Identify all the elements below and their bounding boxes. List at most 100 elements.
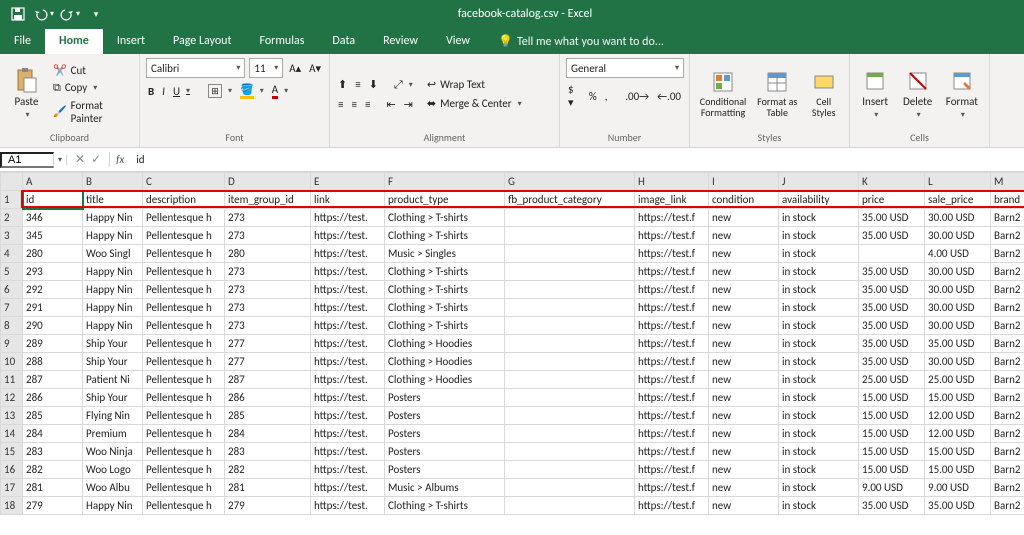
- cell[interactable]: https://test.f: [635, 317, 709, 335]
- cell[interactable]: Clothing > T-shirts: [385, 263, 505, 281]
- cell[interactable]: https://test.: [311, 443, 385, 461]
- cell[interactable]: [505, 353, 635, 371]
- cell[interactable]: 292: [23, 281, 83, 299]
- cell[interactable]: [505, 263, 635, 281]
- cell[interactable]: https://test.: [311, 209, 385, 227]
- cell[interactable]: Clothing > Hoodies: [385, 353, 505, 371]
- formula-input[interactable]: id: [130, 153, 144, 166]
- cell[interactable]: 280: [225, 245, 311, 263]
- cell[interactable]: 285: [225, 407, 311, 425]
- cell[interactable]: 280: [23, 245, 83, 263]
- cell[interactable]: 283: [23, 443, 83, 461]
- cell[interactable]: Woo Logo: [83, 461, 143, 479]
- cell[interactable]: Barn2: [991, 263, 1024, 281]
- cell[interactable]: [505, 299, 635, 317]
- cell[interactable]: https://test.f: [635, 389, 709, 407]
- cell[interactable]: 30.00 USD: [925, 317, 991, 335]
- cell[interactable]: new: [709, 335, 779, 353]
- cell[interactable]: 284: [23, 425, 83, 443]
- column-header[interactable]: G: [505, 173, 635, 191]
- save-icon[interactable]: [8, 3, 28, 25]
- cell[interactable]: 35.00 USD: [859, 299, 925, 317]
- comma-format-icon[interactable]: ,: [603, 89, 610, 104]
- cell[interactable]: https://test.f: [635, 425, 709, 443]
- cell[interactable]: brand: [991, 191, 1024, 209]
- cell[interactable]: https://test.f: [635, 479, 709, 497]
- cell[interactable]: 277: [225, 335, 311, 353]
- cell[interactable]: 273: [225, 227, 311, 245]
- cell[interactable]: new: [709, 425, 779, 443]
- column-header[interactable]: K: [859, 173, 925, 191]
- cell[interactable]: description: [143, 191, 225, 209]
- cell[interactable]: 30.00 USD: [925, 227, 991, 245]
- cell[interactable]: https://test.f: [635, 371, 709, 389]
- cell[interactable]: https://test.f: [635, 263, 709, 281]
- cell[interactable]: [505, 209, 635, 227]
- cell[interactable]: 290: [23, 317, 83, 335]
- percent-format-icon[interactable]: %: [587, 89, 599, 104]
- cell[interactable]: 15.00 USD: [925, 443, 991, 461]
- cell[interactable]: 287: [23, 371, 83, 389]
- cell[interactable]: title: [83, 191, 143, 209]
- cell[interactable]: 15.00 USD: [859, 407, 925, 425]
- cell[interactable]: https://test.f: [635, 281, 709, 299]
- row-header[interactable]: 1: [1, 191, 23, 209]
- cell[interactable]: 25.00 USD: [859, 371, 925, 389]
- cell[interactable]: https://test.f: [635, 299, 709, 317]
- cell[interactable]: image_link: [635, 191, 709, 209]
- cell[interactable]: Pellentesque h: [143, 371, 225, 389]
- cell[interactable]: in stock: [779, 353, 859, 371]
- cell[interactable]: https://test.f: [635, 245, 709, 263]
- row-header[interactable]: 15: [1, 443, 23, 461]
- cell[interactable]: https://test.: [311, 479, 385, 497]
- cell[interactable]: new: [709, 281, 779, 299]
- cell[interactable]: https://test.: [311, 389, 385, 407]
- cell[interactable]: 288: [23, 353, 83, 371]
- row-header[interactable]: 4: [1, 245, 23, 263]
- cell[interactable]: https://test.: [311, 497, 385, 515]
- cell[interactable]: 279: [225, 497, 311, 515]
- cell[interactable]: Happy Nin: [83, 227, 143, 245]
- cell[interactable]: 30.00 USD: [925, 263, 991, 281]
- cell[interactable]: new: [709, 371, 779, 389]
- cell[interactable]: Clothing > Hoodies: [385, 335, 505, 353]
- cell[interactable]: Barn2: [991, 407, 1024, 425]
- cell[interactable]: 15.00 USD: [925, 461, 991, 479]
- cell[interactable]: Pellentesque h: [143, 209, 225, 227]
- cell[interactable]: 281: [225, 479, 311, 497]
- cell[interactable]: Pellentesque h: [143, 479, 225, 497]
- cell[interactable]: price: [859, 191, 925, 209]
- cell[interactable]: Pellentesque h: [143, 317, 225, 335]
- number-format-select[interactable]: General▾: [566, 58, 684, 78]
- cell[interactable]: [505, 335, 635, 353]
- cell[interactable]: 286: [225, 389, 311, 407]
- row-header[interactable]: 10: [1, 353, 23, 371]
- cell[interactable]: in stock: [779, 371, 859, 389]
- cell[interactable]: in stock: [779, 317, 859, 335]
- cell[interactable]: Barn2: [991, 461, 1024, 479]
- cell[interactable]: https://test.: [311, 299, 385, 317]
- cell[interactable]: product_type: [385, 191, 505, 209]
- cell[interactable]: Happy Nin: [83, 263, 143, 281]
- cell[interactable]: new: [709, 443, 779, 461]
- cell[interactable]: 12.00 USD: [925, 407, 991, 425]
- cell[interactable]: 35.00 USD: [859, 335, 925, 353]
- qat-customize-icon[interactable]: ▾: [86, 3, 106, 25]
- cell[interactable]: 345: [23, 227, 83, 245]
- format-as-table-button[interactable]: Format as Table: [754, 63, 800, 125]
- cell[interactable]: in stock: [779, 461, 859, 479]
- tab-review[interactable]: Review: [369, 29, 432, 54]
- cell[interactable]: Barn2: [991, 317, 1024, 335]
- format-painter-button[interactable]: 🖌️Format Painter: [51, 98, 133, 126]
- cell[interactable]: Barn2: [991, 209, 1024, 227]
- cell[interactable]: new: [709, 263, 779, 281]
- tab-formulas[interactable]: Formulas: [245, 29, 318, 54]
- align-middle-icon[interactable]: ≡: [353, 77, 362, 92]
- delete-cells-button[interactable]: Delete▾: [898, 63, 936, 125]
- column-header[interactable]: B: [83, 173, 143, 191]
- cell[interactable]: 15.00 USD: [859, 389, 925, 407]
- cell[interactable]: [505, 371, 635, 389]
- column-header[interactable]: D: [225, 173, 311, 191]
- cell[interactable]: 273: [225, 263, 311, 281]
- cell[interactable]: https://test.f: [635, 443, 709, 461]
